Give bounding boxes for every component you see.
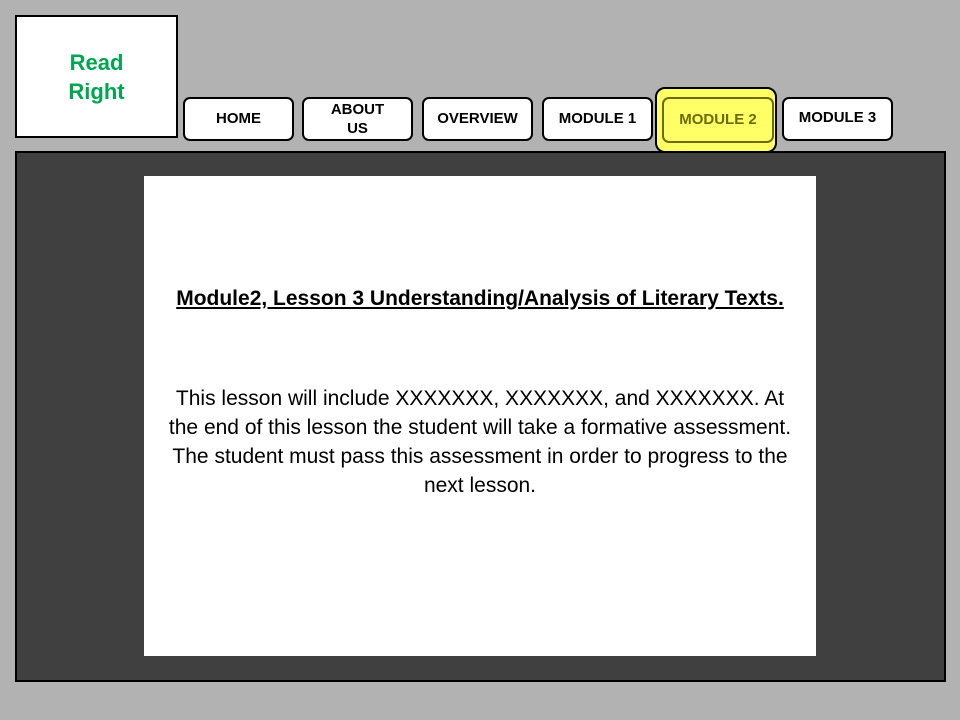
nav-module-3-button[interactable]: MODULE 3: [782, 97, 893, 141]
nav-about-us-label: ABOUT US: [331, 100, 384, 138]
lesson-description: This lesson will include XXXXXXX, XXXXXX…: [168, 387, 792, 497]
lesson-content-card: Module2, Lesson 3 Understanding/Analysis…: [144, 176, 816, 656]
nav-home-label: HOME: [216, 110, 261, 127]
logo-text-line-2: Right: [68, 78, 125, 104]
lesson-title: Module2, Lesson 3 Understanding/Analysis…: [176, 287, 784, 310]
logo-text-line-1: Read: [69, 49, 124, 75]
nav-module-1-label: MODULE 1: [558, 110, 637, 127]
nav-home-button[interactable]: HOME: [183, 97, 294, 141]
nav-module-2-button[interactable]: MODULE 2: [662, 97, 774, 143]
nav-about-us-button[interactable]: ABOUT US: [302, 97, 413, 141]
nav-overview-label: OVERVIEW: [437, 110, 518, 127]
nav-module-3-label: MODULE 3: [798, 109, 877, 126]
nav-about-us-label-line-1: ABOUT: [330, 101, 385, 118]
nav-module-1-button[interactable]: MODULE 1: [542, 97, 653, 141]
nav-module-2-label: MODULE 2: [679, 111, 757, 128]
nav-about-us-label-line-2: US: [347, 120, 368, 137]
nav-overview-button[interactable]: OVERVIEW: [422, 97, 533, 141]
site-logo[interactable]: Read Right: [15, 15, 178, 138]
